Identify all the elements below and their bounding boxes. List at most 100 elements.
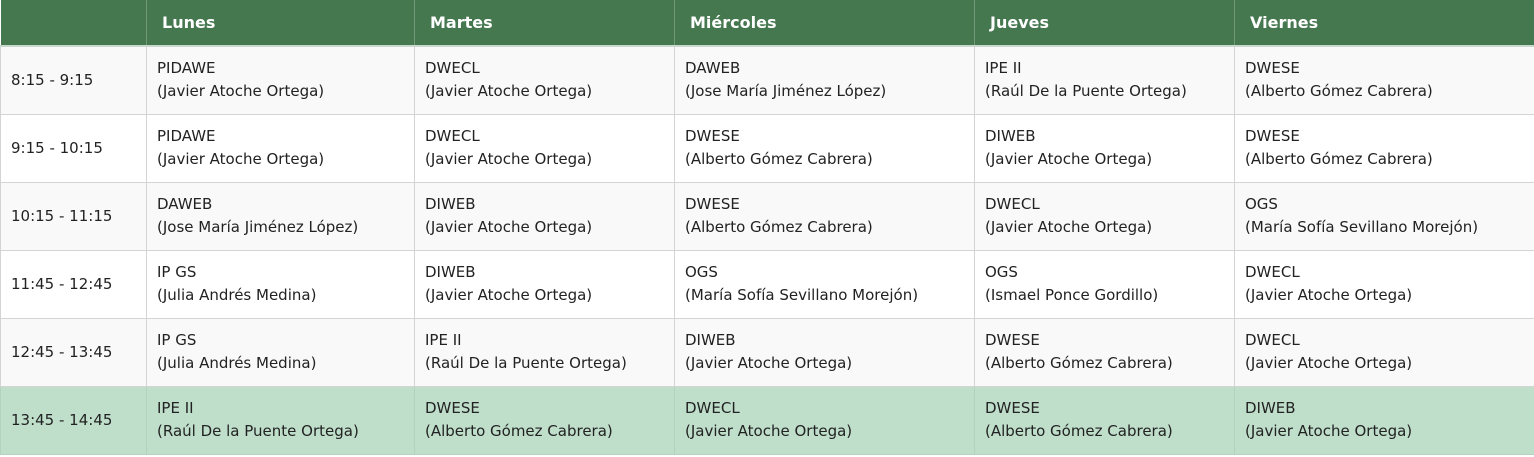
class-cell: DWECL (Javier Atoche Ortega) [414,113,675,183]
teacher: (Alberto Gómez Cabrera) [425,422,613,440]
class-cell: OGS (María Sofía Sevillano Morejón) [674,249,975,319]
table-row: 10:15 - 11:15 DAWEB (Jose María Jiménez L… [0,181,1534,251]
subject: OGS [685,263,718,281]
class-cell: DIWEB (Javier Atoche Ortega) [1234,385,1534,455]
schedule-header: Lunes Martes Miércoles Jueves Viernes [0,0,1534,47]
teacher: (Javier Atoche Ortega) [425,150,593,168]
subject: IP GS [157,263,197,281]
class-cell: DWECL (Javier Atoche Ortega) [414,45,675,115]
teacher: (Javier Atoche Ortega) [685,422,853,440]
table-row-highlighted: 13:45 - 14:45 IPE II (Raúl De la Puente O… [0,385,1534,455]
time-slot: 12:45 - 13:45 [0,317,147,387]
teacher: (Julia Andrés Medina) [157,286,317,304]
teacher: (Ismael Ponce Gordillo) [985,286,1159,304]
schedule-table: Lunes Martes Miércoles Jueves Viernes 8:… [0,0,1534,455]
header-row: Lunes Martes Miércoles Jueves Viernes [0,0,1534,47]
subject: OGS [1245,195,1278,213]
teacher: (Alberto Gómez Cabrera) [685,150,873,168]
teacher: (Javier Atoche Ortega) [157,150,325,168]
teacher: (Javier Atoche Ortega) [1245,286,1413,304]
class-cell: OGS (María Sofía Sevillano Morejón) [1234,181,1534,251]
class-cell: DWECL (Javier Atoche Ortega) [1234,317,1534,387]
teacher: (María Sofía Sevillano Morejón) [1245,218,1479,236]
class-cell: IPE II (Raúl De la Puente Ortega) [974,45,1235,115]
subject: OGS [985,263,1018,281]
teacher: (Javier Atoche Ortega) [425,82,593,101]
time-slot: 11:45 - 12:45 [0,249,147,319]
subject: DWECL [985,195,1040,213]
header-day-martes: Martes [414,0,675,47]
subject: DWECL [1245,263,1300,281]
header-day-lunes: Lunes [146,0,415,47]
class-cell: DWESE (Alberto Gómez Cabrera) [674,181,975,251]
teacher: (Javier Atoche Ortega) [425,218,593,236]
teacher: (Alberto Gómez Cabrera) [985,422,1173,440]
class-cell: OGS (Ismael Ponce Gordillo) [974,249,1235,319]
subject: DWECL [425,59,480,78]
subject: PIDAWE [157,127,216,145]
subject: DIWEB [985,127,1036,145]
teacher: (Alberto Gómez Cabrera) [1245,150,1433,168]
class-cell: DWESE (Alberto Gómez Cabrera) [1234,113,1534,183]
subject: IPE II [985,59,1022,78]
subject: DWESE [685,195,740,213]
header-day-jueves: Jueves [974,0,1235,47]
class-cell: DWESE (Alberto Gómez Cabrera) [674,113,975,183]
subject: IP GS [157,331,197,349]
schedule-body: 8:15 - 9:15 PIDAWE (Javier Atoche Ortega)… [0,45,1534,455]
teacher: (Javier Atoche Ortega) [1245,422,1413,440]
subject: DWESE [425,399,480,417]
subject: IPE II [157,399,194,417]
class-cell: IP GS (Julia Andrés Medina) [146,317,415,387]
teacher: (Raúl De la Puente Ortega) [157,422,359,440]
class-cell: PIDAWE (Javier Atoche Ortega) [146,113,415,183]
class-cell: DIWEB (Javier Atoche Ortega) [414,181,675,251]
table-row: 8:15 - 9:15 PIDAWE (Javier Atoche Ortega)… [0,45,1534,115]
subject: DWESE [1245,59,1300,78]
teacher: (Jose María Jiménez López) [685,82,887,101]
class-cell: IPE II (Raúl De la Puente Ortega) [414,317,675,387]
teacher: (Javier Atoche Ortega) [157,82,325,101]
teacher: (Javier Atoche Ortega) [425,286,593,304]
subject: DAWEB [685,59,741,78]
header-time [0,0,147,47]
subject: DIWEB [425,263,476,281]
table-row: 9:15 - 10:15 PIDAWE (Javier Atoche Ortega… [0,113,1534,183]
class-cell: DIWEB (Javier Atoche Ortega) [974,113,1235,183]
time-slot: 10:15 - 11:15 [0,181,147,251]
teacher: (Raúl De la Puente Ortega) [425,354,627,372]
time-slot: 9:15 - 10:15 [0,113,147,183]
teacher: (María Sofía Sevillano Morejón) [685,286,919,304]
table-row: 11:45 - 12:45 IP GS (Julia Andrés Medina)… [0,249,1534,319]
teacher: (Alberto Gómez Cabrera) [685,218,873,236]
header-day-miercoles: Miércoles [674,0,975,47]
teacher: (Alberto Gómez Cabrera) [1245,82,1433,101]
teacher: (Julia Andrés Medina) [157,354,317,372]
class-cell: PIDAWE (Javier Atoche Ortega) [146,45,415,115]
class-cell: DWECL (Javier Atoche Ortega) [674,385,975,455]
class-cell: DWECL (Javier Atoche Ortega) [974,181,1235,251]
subject: DWESE [985,331,1040,349]
subject: DIWEB [685,331,736,349]
subject: DAWEB [157,195,213,213]
subject: DWECL [425,127,480,145]
teacher: (Javier Atoche Ortega) [985,150,1153,168]
header-day-viernes: Viernes [1234,0,1534,47]
class-cell: DAWEB (Jose María Jiménez López) [674,45,975,115]
teacher: (Alberto Gómez Cabrera) [985,354,1173,372]
teacher: (Javier Atoche Ortega) [685,354,853,372]
class-cell: DIWEB (Javier Atoche Ortega) [674,317,975,387]
teacher: (Jose María Jiménez López) [157,218,359,236]
class-cell: IP GS (Julia Andrés Medina) [146,249,415,319]
subject: DWESE [1245,127,1300,145]
class-cell: DWESE (Alberto Gómez Cabrera) [1234,45,1534,115]
table-row: 12:45 - 13:45 IP GS (Julia Andrés Medina)… [0,317,1534,387]
class-cell: DIWEB (Javier Atoche Ortega) [414,249,675,319]
class-cell: DWECL (Javier Atoche Ortega) [1234,249,1534,319]
class-cell: IPE II (Raúl De la Puente Ortega) [146,385,415,455]
subject: DWESE [685,127,740,145]
class-cell: DAWEB (Jose María Jiménez López) [146,181,415,251]
time-slot: 8:15 - 9:15 [0,45,147,115]
subject: DIWEB [425,195,476,213]
teacher: (Javier Atoche Ortega) [1245,354,1413,372]
